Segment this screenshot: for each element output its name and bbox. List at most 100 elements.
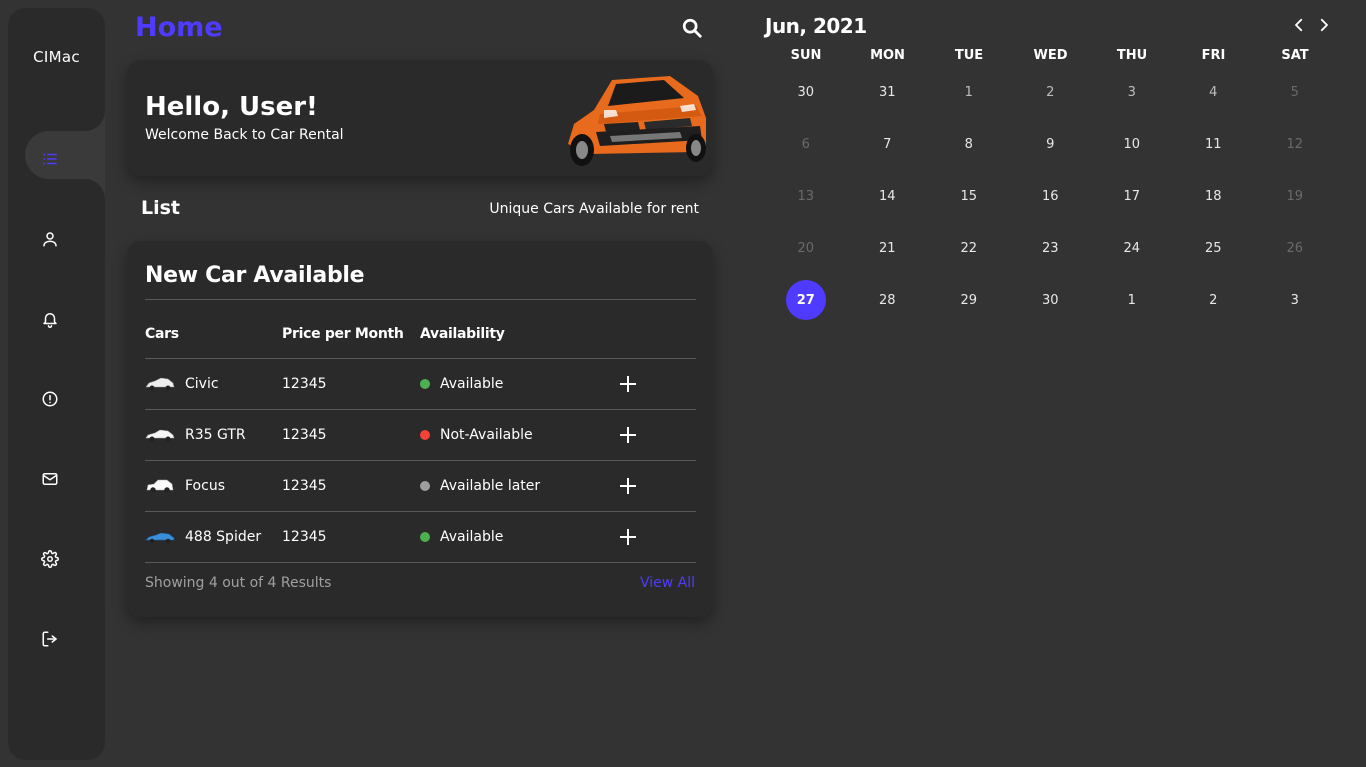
alert-circle-icon [42,391,58,407]
column-header-availability: Availability [420,326,505,342]
add-button[interactable] [617,475,639,497]
calendar-day[interactable]: 6 [786,124,826,164]
car-thumbnail-icon [145,532,175,544]
calendar-day[interactable]: 2 [1193,280,1233,320]
table-row: Civic 12345 Available [145,359,696,410]
weekday-header: TUE [954,48,984,63]
calendar-day[interactable]: 29 [949,280,989,320]
add-button[interactable] [617,373,639,395]
sidebar-item-list[interactable] [26,139,74,179]
cars-table-card: New Car Available Cars Price per Month A… [127,241,713,617]
divider [145,562,696,563]
calendar-day[interactable]: 28 [867,280,907,320]
calendar-day[interactable]: 24 [1112,228,1152,268]
status-dot [420,379,430,389]
calendar-day[interactable]: 3 [1112,72,1152,112]
search-icon [682,18,702,38]
sidebar-item-notifications[interactable] [26,299,74,339]
calendar-day[interactable]: 31 [867,72,907,112]
page-title: Home [135,12,223,43]
car-image [568,76,706,166]
calendar-day[interactable]: 30 [786,72,826,112]
calendar-day[interactable]: 22 [949,228,989,268]
calendar-day[interactable]: 11 [1193,124,1233,164]
calendar-day[interactable]: 16 [1030,176,1070,216]
calendar-day[interactable]: 17 [1112,176,1152,216]
column-header-cars: Cars [145,326,179,342]
add-button[interactable] [617,424,639,446]
calendar-day[interactable]: 27 [785,280,826,320]
welcome-subtitle: Welcome Back to Car Rental [145,127,344,143]
nav-active-corner [85,179,105,199]
status-label: Not-Available [440,427,533,443]
status-dot [420,481,430,491]
list-title: List [141,197,181,219]
calendar-day[interactable]: 4 [1193,72,1233,112]
car-price: 12345 [282,427,327,443]
view-all-link[interactable]: View All [640,575,695,591]
calendar-day[interactable]: 5 [1275,72,1315,112]
weekday-header: SAT [1281,48,1309,63]
status-dot [420,532,430,542]
calendar-day[interactable]: 2 [1030,72,1070,112]
calendar-day[interactable]: 1 [949,72,989,112]
calendar-day[interactable]: 19 [1275,176,1315,216]
calendar-day[interactable]: 8 [949,124,989,164]
calendar-day[interactable]: 21 [867,228,907,268]
weekday-header: MON [870,48,905,63]
calendar-prev-button[interactable] [1290,16,1310,36]
results-count: Showing 4 out of 4 Results [145,575,332,591]
status-label: Available [440,376,504,392]
calendar-day[interactable]: 9 [1030,124,1070,164]
calendar-day[interactable]: 23 [1030,228,1070,268]
user-icon [43,232,57,247]
car-price: 12345 [282,529,327,545]
mail-icon [42,473,58,485]
sidebar-item-profile[interactable] [26,219,74,259]
car-thumbnail-icon [145,429,175,442]
car-thumbnail-icon [146,479,174,493]
calendar-day[interactable]: 14 [867,176,907,216]
column-header-price: Price per Month [282,326,404,342]
calendar-next-button[interactable] [1315,16,1335,36]
welcome-card: Hello, User! Welcome Back to Car Rental [127,60,713,176]
calendar-day[interactable]: 10 [1112,124,1152,164]
calendar-day[interactable]: 7 [867,124,907,164]
app-logo: CIMac [33,48,80,66]
sidebar-item-settings[interactable] [26,539,74,579]
weekday-header: WED [1033,48,1068,63]
status-label: Available [440,529,504,545]
logout-icon [42,631,57,647]
calendar-day[interactable]: 13 [786,176,826,216]
sidebar-item-logout[interactable] [26,619,74,659]
weekday-header: SUN [790,48,822,63]
list-subtitle: Unique Cars Available for rent [489,201,699,217]
bell-icon [43,313,57,328]
car-name: R35 GTR [185,427,246,443]
car-name: 488 Spider [185,529,262,545]
table-row: 488 Spider 12345 Available [145,512,696,563]
table-row: R35 GTR 12345 Not-Available [145,410,696,461]
sidebar-item-messages[interactable] [26,459,74,499]
add-button[interactable] [617,526,639,548]
calendar-day[interactable]: 18 [1193,176,1233,216]
divider [145,299,696,300]
calendar-day[interactable]: 12 [1275,124,1315,164]
calendar-day[interactable]: 3 [1275,280,1315,320]
search-button[interactable] [681,17,705,41]
calendar-day[interactable]: 1 [1112,280,1152,320]
gear-icon [41,550,59,568]
calendar-day[interactable]: 15 [949,176,989,216]
car-price: 12345 [282,478,327,494]
status-label: Available later [440,478,541,494]
calendar-day[interactable]: 20 [786,228,826,268]
table-row: Focus 12345 Available later [145,461,696,512]
weekday-header: THU [1116,48,1148,63]
calendar-day[interactable]: 25 [1193,228,1233,268]
welcome-title: Hello, User! [145,92,318,122]
car-price: 12345 [282,376,327,392]
calendar-month-title: Jun, 2021 [765,14,867,38]
sidebar-item-alerts[interactable] [26,379,74,419]
calendar-day[interactable]: 26 [1275,228,1315,268]
calendar-day[interactable]: 30 [1030,280,1070,320]
